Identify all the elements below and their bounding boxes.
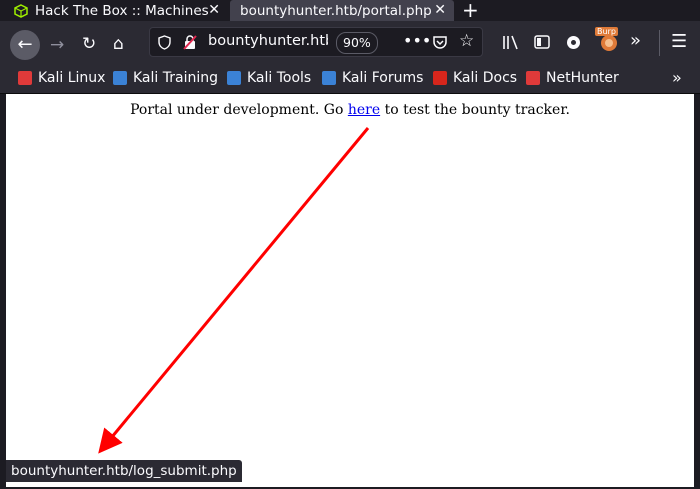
reload-icon[interactable]: ↻ [82, 33, 96, 55]
bookmark-kali-training[interactable]: Kali Training [113, 70, 218, 86]
kali-tools-icon [227, 71, 241, 85]
bookmark-kali-forums[interactable]: Kali Forums [322, 70, 423, 86]
bookmark-kali-docs[interactable]: Kali Docs [433, 70, 517, 86]
overflow-chevrons-icon[interactable]: » [630, 30, 641, 51]
tab-title: bountyhunter.htb/portal.php [240, 2, 432, 19]
home-icon[interactable]: ⌂ [113, 33, 124, 55]
url-bar[interactable]: bountyhunter.htb/portal.php 90% ••• ☆ [149, 27, 483, 57]
tab-hackthebox[interactable]: Hack The Box :: Machines ✕ [0, 0, 228, 21]
tab-title: Hack The Box :: Machines [35, 2, 209, 19]
kali-dragon-icon [18, 71, 32, 85]
bookmark-star-icon[interactable]: ☆ [459, 31, 474, 51]
toolbar-separator [659, 30, 660, 56]
bookmark-label: Kali Training [133, 70, 218, 86]
bookmark-kali-tools[interactable]: Kali Tools [227, 70, 311, 86]
burp-label: Burp [595, 27, 618, 36]
tab-bar: Hack The Box :: Machines ✕ bountyhunter.… [0, 0, 700, 22]
bookmarks-toolbar: Kali Linux Kali Training Kali Tools Kali… [0, 64, 700, 94]
url-text[interactable]: bountyhunter.htb/portal.php [208, 33, 328, 49]
library-icon[interactable] [502, 35, 519, 50]
bookmark-label: Kali Tools [247, 70, 312, 86]
close-tab-icon[interactable]: ✕ [208, 2, 220, 18]
hackthebox-cube-icon [14, 3, 28, 18]
annotation-arrow [98, 127, 370, 454]
back-arrow-icon[interactable]: ← [10, 30, 40, 60]
bookmark-label: Kali Docs [453, 70, 518, 86]
close-tab-icon[interactable]: ✕ [434, 2, 446, 18]
insecure-lock-icon[interactable] [183, 35, 197, 50]
window-frame-right [694, 94, 700, 489]
bookmark-label: Kali Forums [342, 70, 424, 86]
status-bar-url: bountyhunter.htb/log_submit.php [6, 460, 242, 482]
tab-portal[interactable]: bountyhunter.htb/portal.php ✕ [230, 0, 454, 21]
kali-training-icon [113, 71, 127, 85]
kali-forums-icon [322, 71, 336, 85]
sidebar-icon[interactable] [534, 35, 550, 49]
pocket-icon[interactable] [432, 34, 448, 50]
navigation-toolbar: ← → ↻ ⌂ bountyhunter.htb/portal.php 90% … [0, 21, 700, 64]
page-actions-icon[interactable]: ••• [403, 31, 431, 50]
forward-arrow-icon[interactable]: → [50, 34, 64, 56]
bookmark-nethunter[interactable]: NetHunter [526, 70, 619, 86]
kali-docs-icon [433, 71, 447, 85]
burp-proxy-icon[interactable]: Burp [595, 27, 621, 53]
bookmark-label: Kali Linux [38, 70, 106, 86]
zoom-indicator[interactable]: 90% [336, 32, 378, 54]
bookmark-label: NetHunter [546, 70, 619, 86]
page-viewport: Portal under development. Go here to tes… [6, 94, 694, 487]
hamburger-menu-icon[interactable]: ☰ [671, 31, 687, 52]
new-tab-icon[interactable]: + [462, 0, 479, 22]
bookmark-kali-linux[interactable]: Kali Linux [18, 70, 105, 86]
shield-icon[interactable] [158, 35, 171, 50]
bookmarks-overflow-icon[interactable]: » [672, 68, 682, 87]
extension-circle-icon[interactable] [566, 35, 581, 50]
nethunter-icon [526, 71, 540, 85]
